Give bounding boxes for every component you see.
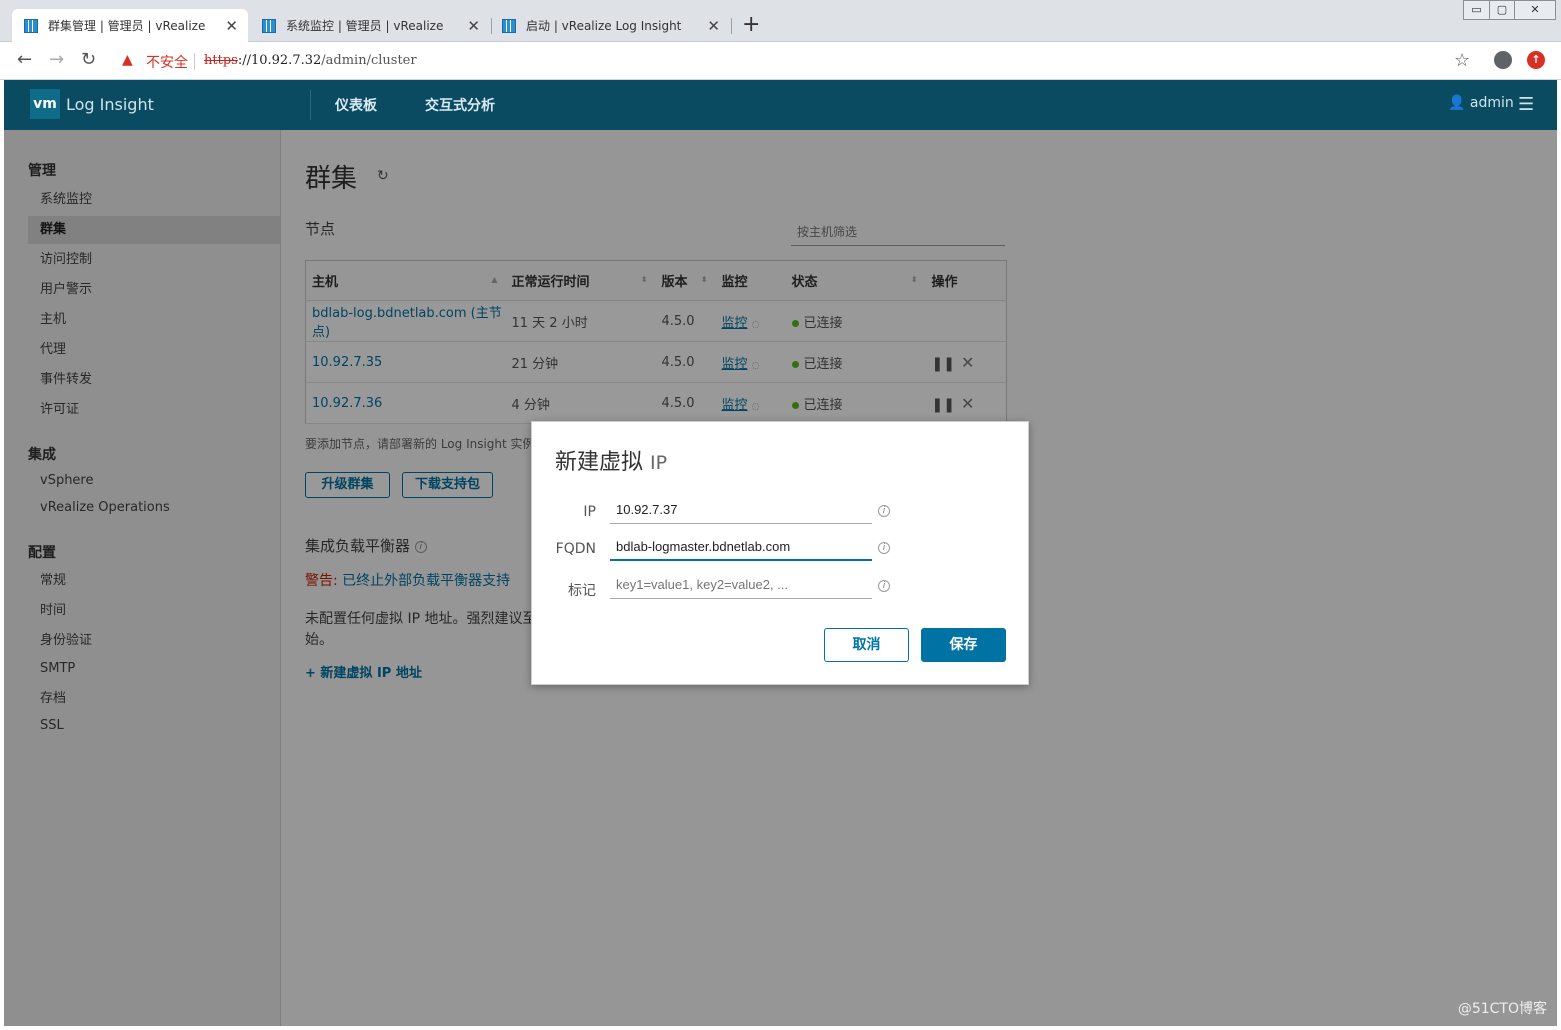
new-tab-button[interactable]: + [742,12,760,38]
tab-separator [731,18,732,34]
vrealize-favicon-icon [24,18,38,33]
tab-title: 系统监控 | 管理员 | vRealize [286,19,444,33]
forward-icon[interactable]: → [49,50,64,70]
fqdn-label: FQDN [555,541,596,557]
security-warning[interactable]: 不安全 [146,52,188,72]
app-header: vm Log Insight 仪表板 交互式分析 👤 admin ☰ [4,80,1557,130]
ip-label: IP [583,504,596,520]
hamburger-menu-icon[interactable]: ☰ [1518,94,1534,115]
url-host: ://10.92.7.32 [237,53,322,68]
tab-title: 群集管理 | 管理员 | vRealize [48,19,206,33]
new-virtual-ip-dialog: 新建虚拟 IP IP i FQDN i 标记 i 取消 保存 [531,421,1029,685]
tab-title: 启动 | vRealize Log Insight [526,19,682,33]
save-button[interactable]: 保存 [921,628,1006,662]
nav-dashboard[interactable]: 仪表板 [335,95,377,115]
url-separator [194,53,195,70]
reload-icon[interactable]: ↻ [81,50,96,70]
vrealize-favicon-icon [262,18,276,33]
info-icon[interactable]: i [878,580,890,592]
info-icon[interactable]: i [878,505,890,517]
close-tab-icon[interactable]: ✕ [467,17,480,35]
vmware-logo: vm [30,89,60,119]
tags-label: 标记 [568,583,596,599]
warning-triangle-icon: ▲ [122,52,133,68]
tab-system-monitor[interactable]: 系统监控 | 管理员 | vRealize ✕ [250,9,490,42]
fqdn-input[interactable] [610,533,872,561]
browser-tabstrip: 群集管理 | 管理员 | vRealize ✕ 系统监控 | 管理员 | vRe… [0,0,1561,42]
header-divider [310,90,311,120]
cancel-button[interactable]: 取消 [824,628,909,662]
tab-startup[interactable]: 启动 | vRealize Log Insight ✕ [490,9,730,42]
vrealize-favicon-icon [502,18,516,33]
ip-input[interactable] [610,496,872,524]
username: admin [1469,95,1514,111]
tags-input[interactable] [610,571,872,599]
account-icon[interactable] [1494,51,1512,69]
maximize-button[interactable]: ▢ [1489,0,1515,20]
nav-interactive-analytics[interactable]: 交互式分析 [425,95,495,115]
window-close-button[interactable]: ✕ [1514,0,1556,20]
bookmark-star-icon[interactable]: ☆ [1454,50,1470,71]
close-tab-icon[interactable]: ✕ [707,17,720,35]
info-icon[interactable]: i [878,542,890,554]
user-icon: 👤 [1448,95,1466,111]
close-tab-icon[interactable]: ✕ [225,17,238,35]
url-scheme: https [204,53,238,68]
back-icon[interactable]: ← [17,50,32,70]
tab-cluster-admin[interactable]: 群集管理 | 管理员 | vRealize ✕ [12,9,248,42]
user-menu[interactable]: 👤 admin [1448,95,1514,111]
address-bar: ← → ↻ ▲ 不安全 https://10.92.7.32/admin/clu… [0,42,1561,80]
minimize-button[interactable]: ▭ [1463,0,1490,20]
url-path: /admin/cluster [321,53,417,68]
url-input[interactable]: https://10.92.7.32/admin/cluster [204,53,417,68]
update-icon[interactable]: ↑ [1527,51,1545,69]
product-name[interactable]: Log Insight [66,95,154,114]
dialog-title: 新建虚拟 IP [555,450,668,475]
watermark: @51CTO博客 [1457,1001,1547,1017]
